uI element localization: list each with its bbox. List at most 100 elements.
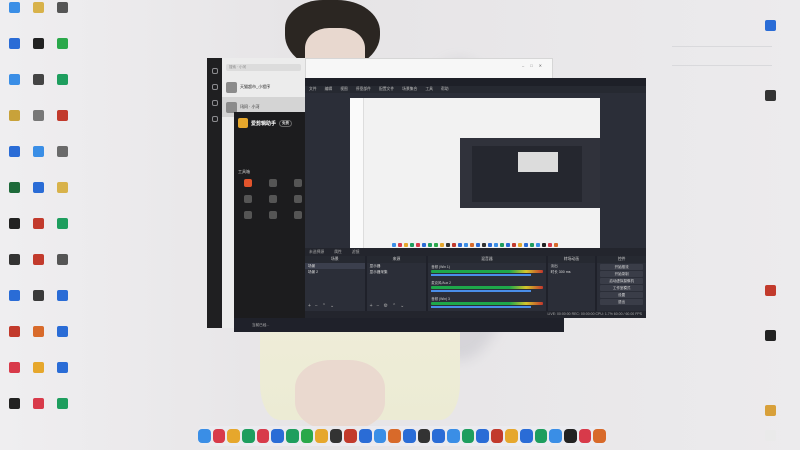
desktop-shortcut[interactable] [2, 254, 26, 266]
desktop-shortcut[interactable] [2, 218, 26, 230]
desktop-shortcut[interactable] [26, 290, 50, 302]
desktop-shortcut[interactable] [2, 74, 26, 86]
dock-app-icon[interactable] [359, 429, 372, 443]
menu-item[interactable]: 视图 [340, 86, 348, 93]
dock-app-icon[interactable] [520, 429, 533, 443]
dock-app-icon[interactable] [461, 429, 475, 443]
desktop-shortcut[interactable] [50, 218, 74, 230]
preview-canvas[interactable] [350, 98, 600, 248]
desktop-shortcut[interactable] [758, 285, 782, 297]
desktop-shortcut[interactable] [26, 146, 50, 158]
dock-app-icon[interactable] [315, 429, 328, 443]
control-button[interactable]: 启动虚拟摄像机 [600, 278, 643, 284]
desktop-shortcut[interactable] [26, 254, 50, 266]
dock-app-icon[interactable] [300, 429, 314, 443]
dock-app-icon[interactable] [578, 429, 592, 443]
desktop-shortcut[interactable] [50, 362, 74, 374]
dock-app-icon[interactable] [256, 429, 270, 443]
desktop-shortcut[interactable] [758, 330, 782, 342]
menu-item[interactable]: 工具 [425, 86, 433, 93]
dock-app-icon[interactable] [388, 429, 401, 443]
desktop-shortcut[interactable] [2, 398, 26, 410]
dock-app-icon[interactable] [285, 429, 299, 443]
desktop-shortcut[interactable] [2, 2, 26, 14]
menu-item[interactable]: 场景集合 [402, 86, 417, 93]
menu-item[interactable]: 帮助 [441, 86, 449, 93]
desktop-shortcut[interactable] [50, 290, 74, 302]
dock-app-icon[interactable] [476, 429, 489, 443]
desktop-shortcut[interactable] [2, 290, 26, 302]
volume-slider[interactable] [431, 306, 532, 308]
dock-app-icon[interactable] [373, 429, 387, 443]
tool-button[interactable] [262, 211, 285, 221]
desktop-shortcut[interactable] [26, 218, 50, 230]
widget-news[interactable] [672, 70, 772, 80]
volume-slider[interactable] [431, 274, 532, 276]
scene-controls[interactable]: +−⌃⌄ [308, 303, 338, 309]
desktop-shortcut[interactable] [2, 110, 26, 122]
desktop-shortcut[interactable] [758, 20, 782, 32]
control-button[interactable]: 开始录制 [600, 271, 643, 277]
dock-app-icon[interactable] [403, 429, 416, 443]
folder-icon[interactable] [211, 116, 218, 122]
strip-item[interactable]: 当前已经... [252, 318, 269, 332]
desktop-shortcut[interactable] [2, 38, 26, 50]
desktop-shortcut[interactable] [50, 110, 74, 122]
desktop-shortcut[interactable] [26, 38, 50, 50]
desktop-shortcut[interactable] [50, 182, 74, 194]
desktop-shortcut[interactable] [50, 2, 74, 14]
dock-app-icon[interactable] [593, 429, 606, 443]
source-item[interactable]: 显示器采集 [367, 269, 427, 275]
desktop-shortcut[interactable] [50, 38, 74, 50]
desktop-shortcut[interactable] [50, 254, 74, 266]
desktop-shortcut[interactable] [26, 110, 50, 122]
list-item[interactable]: 天猫超市_小程序 [222, 77, 305, 97]
chat-icon[interactable] [211, 84, 218, 90]
control-button[interactable]: 开始推流 [600, 264, 643, 270]
dock-app-icon[interactable] [446, 429, 460, 443]
dock-app-icon[interactable] [271, 429, 284, 443]
desktop-shortcut[interactable] [2, 182, 26, 194]
desktop-shortcut[interactable] [50, 326, 74, 338]
desktop-shortcut[interactable] [758, 430, 782, 442]
properties-button[interactable]: 属性 [334, 248, 342, 256]
desktop-shortcut[interactable] [758, 405, 782, 417]
dock-app-icon[interactable] [490, 429, 504, 443]
desktop-shortcut[interactable] [26, 362, 50, 374]
widget-row[interactable] [672, 51, 772, 61]
desktop-shortcut[interactable] [26, 2, 50, 14]
tool-button[interactable] [237, 179, 260, 189]
desktop-shortcut[interactable] [50, 146, 74, 158]
dock-app-icon[interactable] [417, 429, 431, 443]
menu-item[interactable]: 配置文件 [379, 86, 394, 93]
tool-button[interactable] [237, 195, 260, 205]
desktop-shortcut[interactable] [26, 182, 50, 194]
dock-app-icon[interactable] [432, 429, 445, 443]
tool-button[interactable] [237, 211, 260, 221]
desktop-shortcut[interactable] [26, 326, 50, 338]
transition-duration[interactable]: 时长 300 ms [548, 269, 596, 275]
menu-item[interactable]: 编辑 [325, 86, 333, 93]
dock-app-icon[interactable] [505, 429, 519, 443]
dock-app-icon[interactable] [534, 429, 548, 443]
search-input[interactable]: 搜索 · 小河 [226, 64, 301, 71]
desktop-shortcut[interactable] [50, 398, 74, 410]
window-controls[interactable]: –□✕ [522, 63, 548, 68]
scene-item[interactable]: 场景 2 [305, 269, 365, 275]
dock-app-icon[interactable] [212, 429, 226, 443]
dock-app-icon[interactable] [329, 429, 343, 443]
dock-app-icon[interactable] [549, 429, 563, 443]
dock-app-icon[interactable] [241, 429, 255, 443]
status-badge[interactable]: 免费 [279, 119, 293, 127]
dock-app-icon[interactable] [564, 429, 577, 443]
desktop-shortcut[interactable] [26, 74, 50, 86]
control-button[interactable]: 退出 [600, 299, 643, 305]
menu-item[interactable]: 停靠部件 [356, 86, 371, 93]
contacts-icon[interactable] [211, 100, 218, 106]
filters-button[interactable]: 滤镜 [352, 248, 360, 256]
avatar[interactable] [211, 68, 218, 74]
tool-button[interactable] [262, 195, 285, 205]
desktop-shortcut[interactable] [26, 398, 50, 410]
desktop-shortcut[interactable] [50, 74, 74, 86]
tool-button[interactable] [262, 179, 285, 189]
